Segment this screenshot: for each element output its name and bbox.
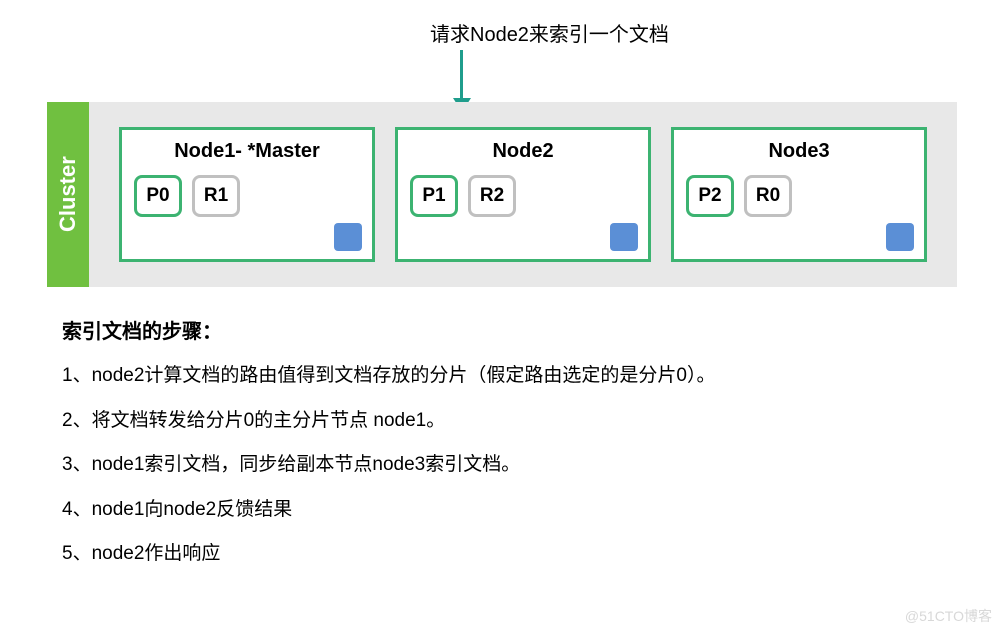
shards-row: P2 R0 — [686, 175, 912, 217]
request-label: 请求Node2来索引一个文档 — [430, 18, 669, 47]
node-3: Node3 P2 R0 — [671, 127, 927, 262]
node-indicator-icon — [886, 223, 914, 251]
node-title: Node2 — [410, 140, 636, 163]
step-item: 4、node1向node2反馈结果 — [62, 496, 942, 525]
primary-shard: P0 — [134, 175, 182, 217]
shards-row: P0 R1 — [134, 175, 360, 217]
steps-title: 索引文档的步骤： — [62, 315, 942, 344]
primary-shard: P2 — [686, 175, 734, 217]
nodes-area: Node1- *Master P0 R1 Node2 P1 R2 Node3 P… — [89, 102, 957, 287]
replica-shard: R1 — [192, 175, 240, 217]
watermark: @51CTO博客 — [905, 606, 992, 626]
replica-shard: R0 — [744, 175, 792, 217]
replica-shard: R2 — [468, 175, 516, 217]
step-item: 1、node2计算文档的路由值得到文档存放的分片（假定路由选定的是分片0）。 — [62, 362, 942, 391]
node-indicator-icon — [610, 223, 638, 251]
step-item: 2、将文档转发给分片0的主分片节点 node1。 — [62, 407, 942, 436]
cluster-label: Cluster — [47, 102, 89, 287]
node-1: Node1- *Master P0 R1 — [119, 127, 375, 262]
step-item: 3、node1索引文档，同步给副本节点node3索引文档。 — [62, 451, 942, 480]
node-title: Node1- *Master — [134, 140, 360, 163]
arrow-down-icon — [460, 50, 463, 100]
node-2: Node2 P1 R2 — [395, 127, 651, 262]
node-indicator-icon — [334, 223, 362, 251]
primary-shard: P1 — [410, 175, 458, 217]
cluster-container: Cluster Node1- *Master P0 R1 Node2 P1 R2… — [47, 102, 957, 287]
steps-section: 索引文档的步骤： 1、node2计算文档的路由值得到文档存放的分片（假定路由选定… — [62, 315, 942, 585]
shards-row: P1 R2 — [410, 175, 636, 217]
node-title: Node3 — [686, 140, 912, 163]
step-item: 5、node2作出响应 — [62, 540, 942, 569]
